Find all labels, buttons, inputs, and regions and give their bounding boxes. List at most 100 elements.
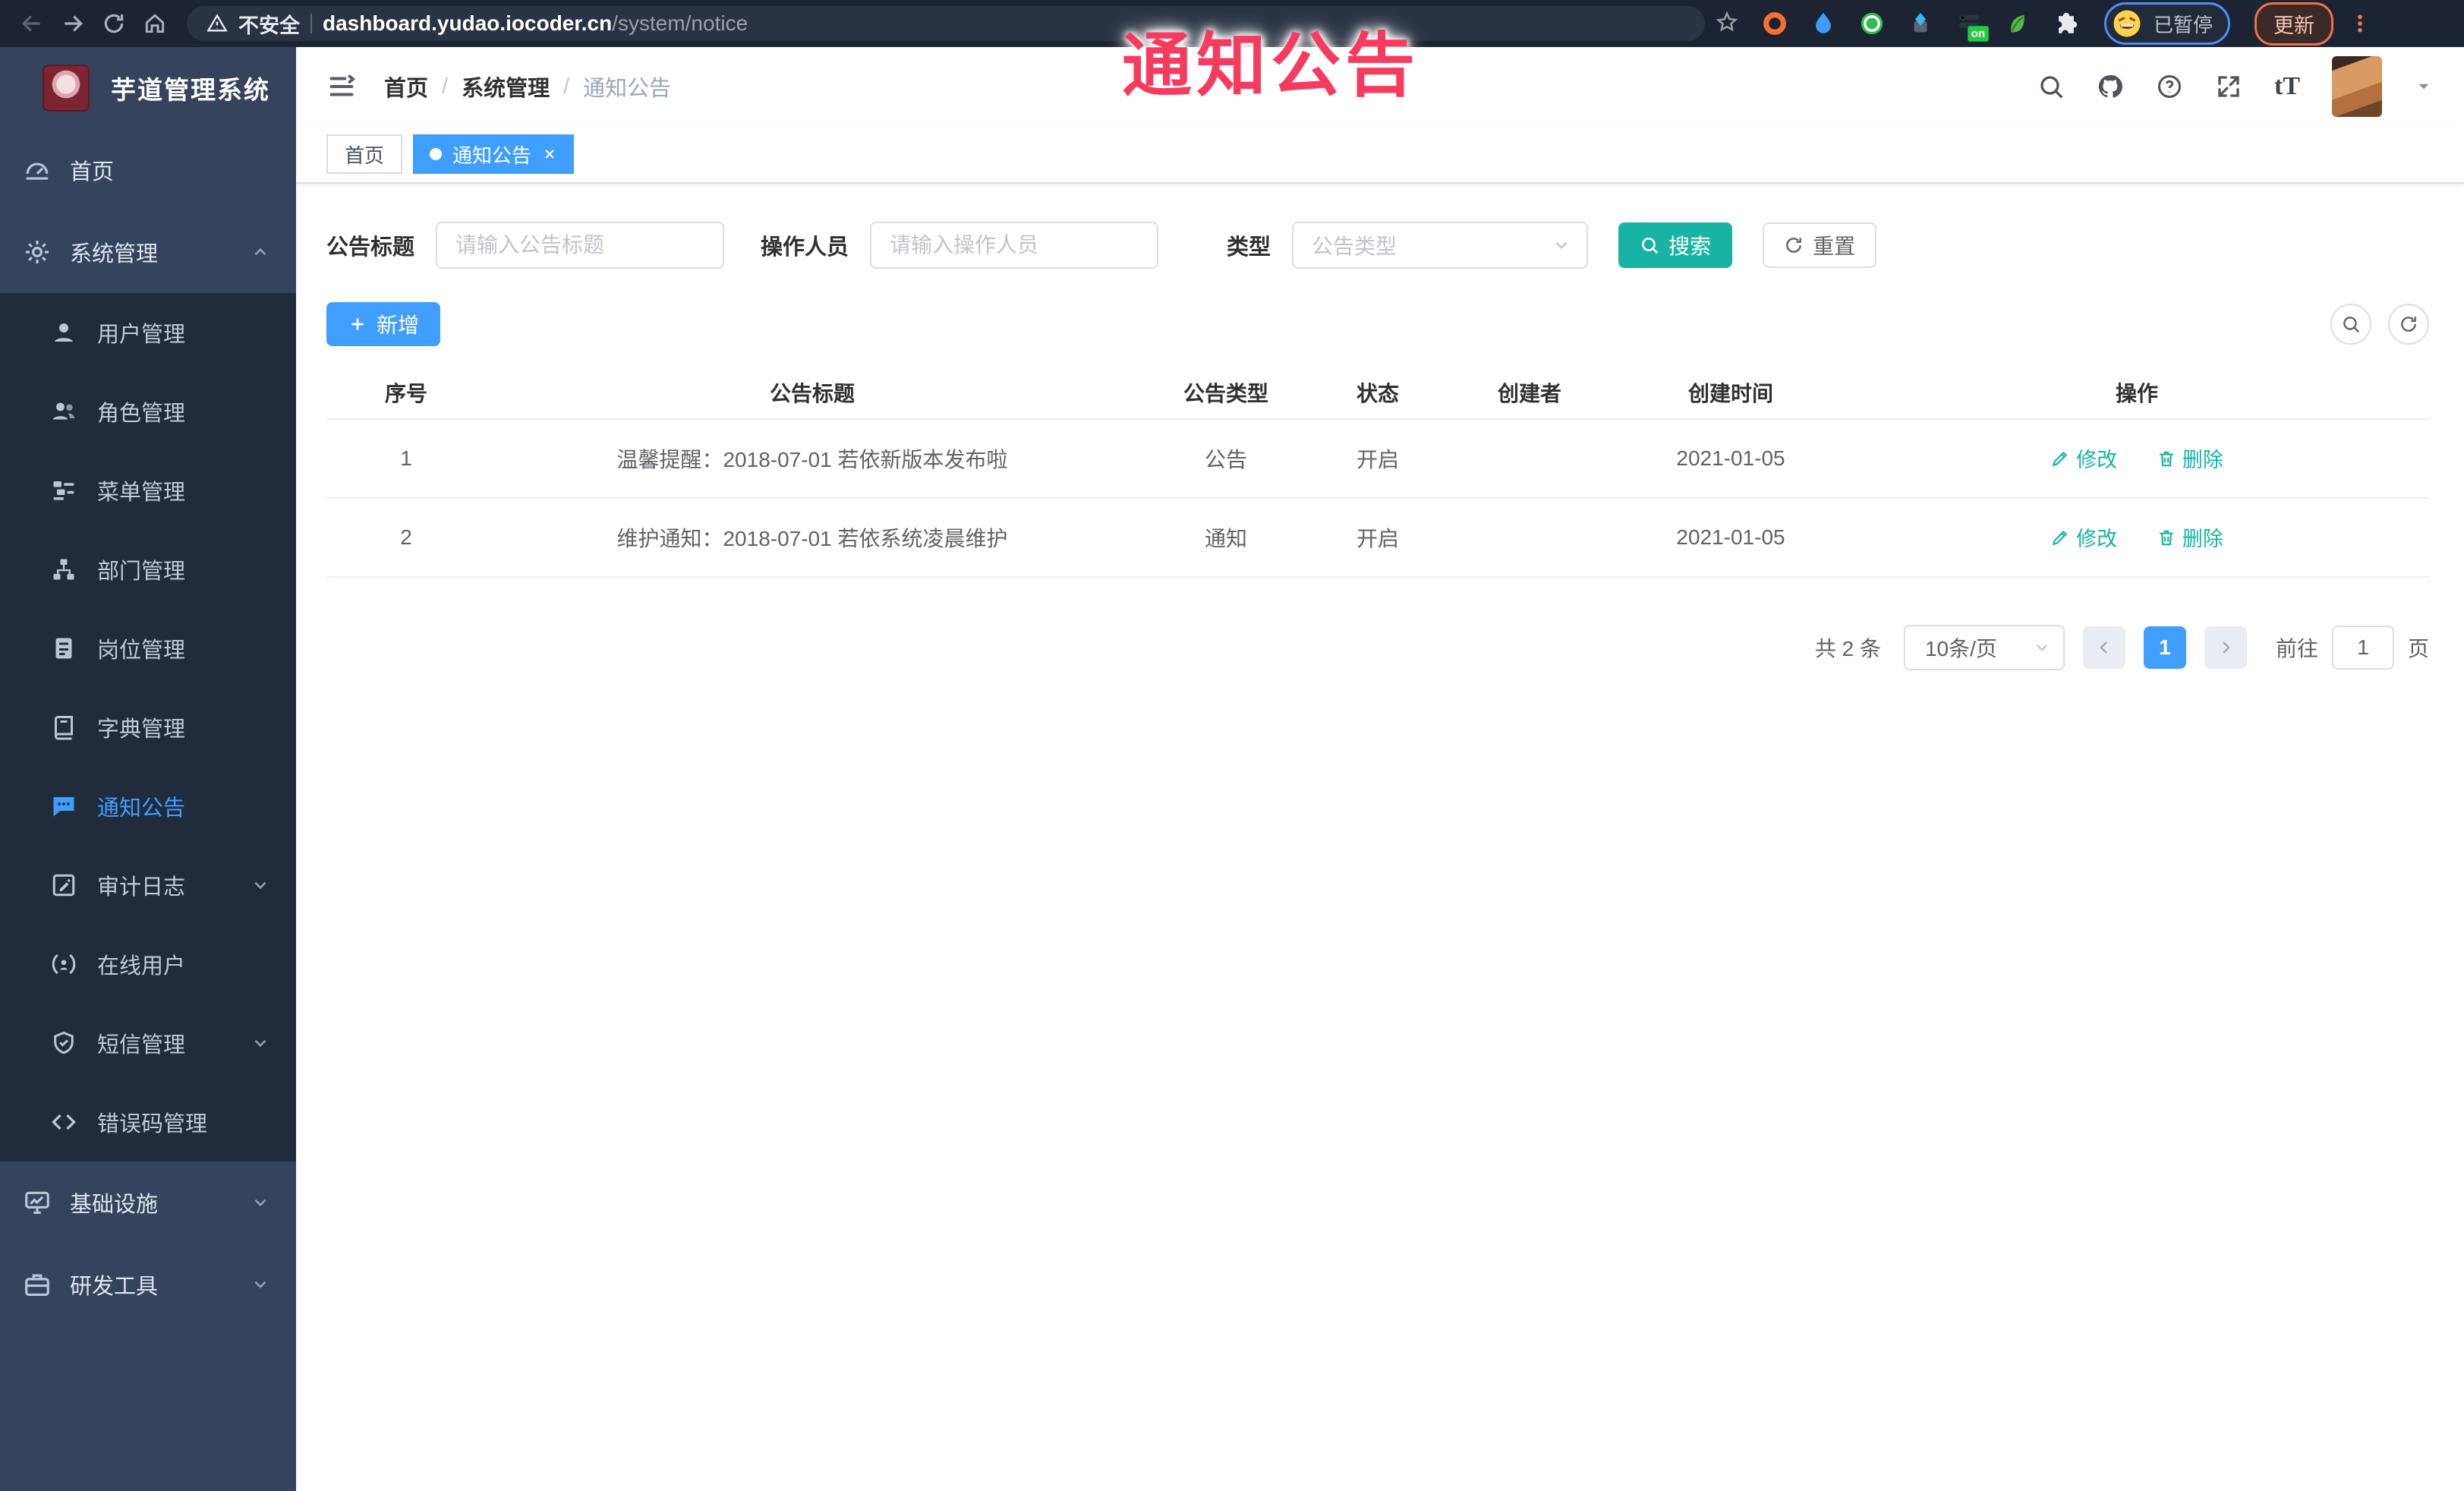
delete-button[interactable]: 删除: [2157, 443, 2223, 473]
breadcrumb-home[interactable]: 首页: [384, 71, 428, 102]
fullscreen-icon[interactable]: [2215, 73, 2242, 100]
sidebar-item-audit-logs[interactable]: 审计日志: [0, 846, 296, 925]
bookmark-star-icon[interactable]: [1716, 11, 1738, 37]
chevron-down-icon: [2037, 645, 2047, 651]
sidebar-item-label: 角色管理: [97, 402, 186, 426]
page-size-select[interactable]: 10条/页: [1903, 625, 2065, 670]
refresh-table-button[interactable]: [2388, 304, 2429, 345]
dashboard-icon: [23, 156, 52, 184]
operator-input[interactable]: [870, 222, 1159, 269]
extension-blue-gem-icon[interactable]: [1905, 8, 1936, 39]
edit-label: 修改: [2076, 528, 2118, 551]
help-icon[interactable]: [2156, 73, 2183, 100]
user-avatar[interactable]: [2332, 56, 2382, 117]
sidebar-item-users[interactable]: 用户管理: [0, 293, 296, 372]
pencil-icon: [2052, 451, 2068, 466]
profile-paused-badge[interactable]: 已暂停: [2104, 2, 2231, 45]
extension-onetab-icon[interactable]: on: [1954, 8, 1989, 42]
message-bubble-icon: [50, 793, 77, 820]
sidebar-item-dev-tools[interactable]: 研发工具: [0, 1244, 296, 1326]
table-row: 2 维护通知：2018-07-01 若依系统凌晨维护 通知 开启 2021-01…: [326, 498, 2429, 578]
close-icon[interactable]: [542, 147, 557, 162]
shield-check-icon: [50, 1029, 77, 1057]
tab-label: 通知公告: [452, 143, 532, 167]
notice-title-label: 公告标题: [326, 235, 415, 260]
cell-status: 开启: [1313, 498, 1442, 578]
sidebar-item-online-users[interactable]: 在线用户: [0, 925, 296, 1004]
extension-orange-ring-icon[interactable]: [1760, 8, 1790, 39]
page-size-value: 10条/页: [1924, 637, 1997, 660]
next-page-button[interactable]: [2204, 626, 2247, 669]
search-button[interactable]: 搜索: [1618, 222, 1733, 268]
sidebar-item-error-codes[interactable]: 错误码管理: [0, 1083, 296, 1162]
chrome-update-button[interactable]: 更新: [2254, 2, 2334, 46]
sidebar-item-departments[interactable]: 部门管理: [0, 530, 296, 609]
cell-type: 公告: [1139, 419, 1313, 499]
table-toolbar: 新增: [326, 302, 2429, 346]
extension-green-circle-icon[interactable]: [1857, 8, 1887, 39]
sidebar-item-notices[interactable]: 通知公告: [0, 767, 296, 846]
id-badge-icon: [50, 635, 77, 662]
toggle-search-button[interactable]: [2330, 304, 2371, 345]
cell-actions: 修改 删除: [1845, 419, 2429, 499]
edit-label: 修改: [2076, 449, 2118, 472]
col-creator: 创建者: [1442, 366, 1617, 420]
search-icon: [1642, 238, 1659, 254]
notice-type-select[interactable]: 公告类型: [1292, 222, 1589, 269]
chevron-right-icon: [2223, 641, 2230, 654]
url-path: /system/notice: [612, 11, 748, 35]
back-icon[interactable]: [17, 8, 47, 39]
plus-icon: [351, 318, 364, 330]
tree-table-icon: [50, 477, 77, 504]
search-icon[interactable]: [2037, 73, 2065, 100]
sidebar-item-dicts[interactable]: 字典管理: [0, 688, 296, 767]
sidebar-item-system[interactable]: 系统管理: [0, 211, 296, 293]
edit-button[interactable]: 修改: [2050, 443, 2117, 473]
org-tree-icon: [50, 556, 77, 583]
delete-button[interactable]: 删除: [2157, 522, 2223, 552]
edit-button[interactable]: 修改: [2050, 522, 2117, 552]
breadcrumb-system[interactable]: 系统管理: [462, 71, 550, 102]
cell-actions: 修改 删除: [1845, 498, 2429, 578]
sidebar-item-roles[interactable]: 角色管理: [0, 372, 296, 451]
reload-icon[interactable]: [99, 8, 129, 39]
sidebar-item-infrastructure[interactable]: 基础设施: [0, 1162, 296, 1244]
tab-label: 首页: [345, 143, 385, 167]
table-header-row: 序号 公告标题 公告类型 状态 创建者 创建时间 操作: [326, 366, 2429, 420]
address-bar[interactable]: 不安全 dashboard.yudao.iocoder.cn/system/no…: [187, 6, 1705, 41]
extensions-puzzle-icon[interactable]: [2051, 8, 2081, 39]
page-number-button[interactable]: 1: [2143, 626, 2186, 669]
tab-notice[interactable]: 通知公告: [413, 134, 575, 174]
gear-icon: [23, 238, 52, 266]
prev-page-button[interactable]: [2082, 626, 2125, 669]
hamburger-icon[interactable]: [326, 73, 357, 100]
table-tools: [2330, 304, 2429, 345]
add-button-label: 新增: [377, 314, 420, 337]
home-icon[interactable]: [140, 8, 170, 39]
sidebar-item-home[interactable]: 首页: [0, 129, 296, 211]
sidebar-item-label: 研发工具: [70, 1275, 159, 1299]
emoji-avatar-icon: [2113, 10, 2141, 37]
goto-page-input[interactable]: [2331, 626, 2394, 670]
github-icon[interactable]: [2097, 73, 2124, 100]
font-size-icon[interactable]: tT: [2274, 72, 2300, 101]
avatar-caret-icon[interactable]: [2414, 77, 2434, 96]
browser-menu-icon[interactable]: [2349, 12, 2371, 35]
extension-leaf-icon[interactable]: [2002, 8, 2033, 39]
system-submenu: 用户管理 角色管理 菜单管理 部门管理 岗位管理 字典管理 通知公告 审计日志 …: [0, 293, 296, 1162]
forward-icon[interactable]: [58, 8, 88, 39]
sidebar-item-label: 短信管理: [97, 1033, 186, 1058]
col-title: 公告标题: [486, 366, 1139, 420]
reset-button[interactable]: 重置: [1763, 222, 1877, 268]
delete-label: 删除: [2182, 449, 2223, 472]
tab-home[interactable]: 首页: [326, 134, 403, 174]
sidebar-item-menus[interactable]: 菜单管理: [0, 451, 296, 530]
notice-title-input[interactable]: [436, 222, 725, 269]
sidebar-item-sms[interactable]: 短信管理: [0, 1004, 296, 1083]
overlay-watermark-text: 通知公告: [1122, 27, 1420, 105]
users-icon: [50, 398, 77, 425]
add-button[interactable]: 新增: [326, 302, 441, 346]
sidebar-logo-row[interactable]: 芋道管理系统: [0, 47, 296, 129]
sidebar-item-posts[interactable]: 岗位管理: [0, 609, 296, 688]
extension-blue-drop-icon[interactable]: [1808, 8, 1839, 39]
